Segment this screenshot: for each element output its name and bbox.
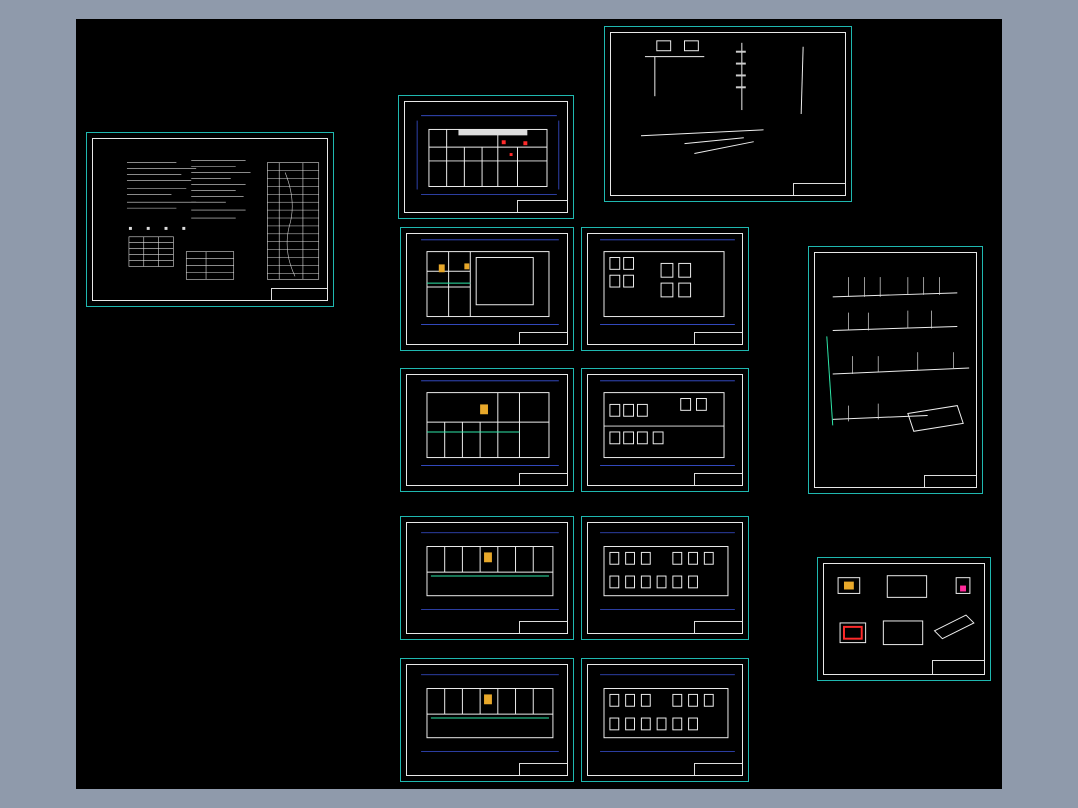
- sheet-water-system-3d[interactable]: [604, 26, 852, 202]
- title-block: [694, 763, 742, 775]
- sheet-riser-diagram[interactable]: [808, 246, 983, 494]
- sheet-plan-1-water[interactable]: [400, 227, 574, 351]
- sheet-plan-4-water[interactable]: [400, 658, 574, 782]
- title-block: [519, 332, 567, 344]
- sheet-plan-3-water[interactable]: [400, 516, 574, 640]
- isometric-drawing: [640, 40, 804, 155]
- sheet-design-notes[interactable]: [86, 132, 334, 307]
- sheet-plan-1-drain[interactable]: [581, 227, 749, 351]
- sheet-plan-4-drain[interactable]: [581, 658, 749, 782]
- sheet-site-plan[interactable]: [398, 95, 574, 219]
- title-block: [932, 660, 984, 674]
- drawing-canvas[interactable]: [76, 19, 1002, 789]
- title-block: [694, 621, 742, 633]
- title-block: [694, 332, 742, 344]
- sheet-details[interactable]: [817, 557, 991, 681]
- sheet-plan-2-drain[interactable]: [581, 368, 749, 492]
- title-block: [517, 200, 567, 212]
- title-block: [924, 475, 976, 487]
- title-block: [519, 473, 567, 485]
- sheet-plan-2-water[interactable]: [400, 368, 574, 492]
- notes-drawing: [126, 160, 320, 280]
- title-block: [271, 288, 327, 300]
- sheet-plan-3-drain[interactable]: [581, 516, 749, 640]
- title-block: [519, 763, 567, 775]
- riser-drawing: [826, 277, 970, 432]
- title-block: [694, 473, 742, 485]
- title-block: [793, 183, 845, 195]
- title-block: [519, 621, 567, 633]
